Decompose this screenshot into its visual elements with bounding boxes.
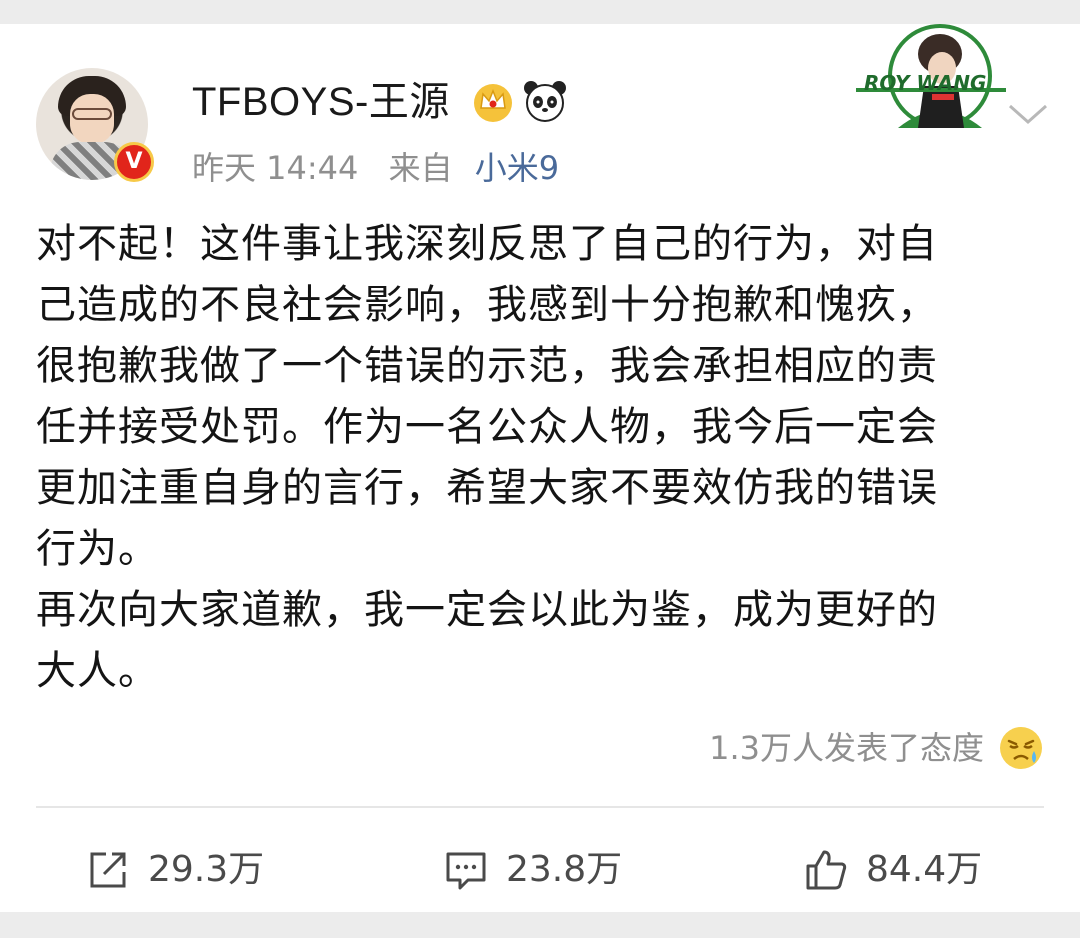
content-line: 对不起！这件事让我深刻反思了自己的行为，对自 <box>36 221 938 267</box>
crown-icon <box>474 84 512 122</box>
tear-face-emoji-icon <box>1000 727 1042 769</box>
repost-button[interactable]: 29.3万 <box>86 832 264 908</box>
repost-icon <box>90 852 126 888</box>
avatar[interactable]: V <box>36 68 154 186</box>
content-line: 行为。 <box>36 526 159 572</box>
comment-button[interactable]: 23.8万 <box>444 832 622 908</box>
post-content: 对不起！这件事让我深刻反思了自己的行为，对自 己造成的不良社会影响，我感到十分抱… <box>36 214 1046 702</box>
content-line: 很抱歉我做了一个错误的示范，我会承担相应的责 <box>36 343 938 389</box>
content-line: 更加注重自身的言行，希望大家不要效仿我的错误 <box>36 465 938 511</box>
divider <box>36 806 1044 808</box>
fan-card-badge[interactable]: ROY WANG <box>848 24 1006 128</box>
content-line: 己造成的不良社会影响，我感到十分抱歉和愧疚， <box>36 282 938 328</box>
thumbs-up-icon <box>806 850 847 890</box>
repost-count: 29.3万 <box>148 849 265 890</box>
comment-icon <box>446 852 486 890</box>
from-label: 来自 <box>388 149 453 187</box>
chevron-down-icon[interactable] <box>1006 98 1050 128</box>
comment-count: 23.8万 <box>506 849 623 890</box>
like-count: 84.4万 <box>866 849 983 890</box>
weibo-post-card: V TFBOYS-王源 昨天 14:44 来自 小米9 ROY WANG 对不起 <box>0 24 1080 912</box>
post-time: 昨天 14:44 <box>192 149 359 187</box>
attitude-summary[interactable]: 1.3万人发表了态度 <box>709 722 1044 774</box>
verified-v-icon: V <box>114 142 154 182</box>
content-line: 再次向大家道歉，我一定会以此为鉴，成为更好的 <box>36 587 938 633</box>
attitude-text: 1.3万人发表了态度 <box>709 729 984 767</box>
device-link[interactable]: 小米9 <box>475 149 559 187</box>
username[interactable]: TFBOYS-王源 <box>192 74 450 130</box>
content-line: 任并接受处罚。作为一名公众人物，我今后一定会 <box>36 404 938 450</box>
badge-text: ROY WANG <box>864 71 986 95</box>
post-meta: 昨天 14:44 来自 小米9 <box>192 142 559 194</box>
content-line: 大人。 <box>36 648 159 694</box>
panda-icon <box>524 81 566 122</box>
action-bar: 29.3万 23.8万 84.4万 <box>0 832 1080 908</box>
like-button[interactable]: 84.4万 <box>804 832 982 908</box>
